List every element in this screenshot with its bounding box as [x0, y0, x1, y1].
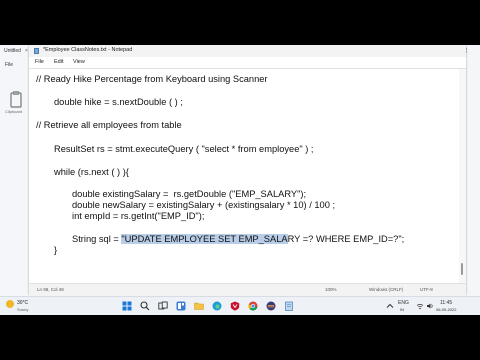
code-line: // Retrieve all employees from table	[36, 120, 182, 130]
code-line: }	[54, 245, 58, 255]
region-indicator[interactable]: IN	[400, 307, 404, 312]
background-menu-file[interactable]: File	[5, 62, 13, 68]
notepad-taskbar-icon[interactable]	[284, 301, 294, 311]
code-line: // Ready Hike Percentage from Keyboard u…	[36, 74, 268, 84]
status-bar: Ln 98, Col 48 100% Windows (CRLF) UTF-8	[29, 283, 466, 296]
code-line: double hike = s.nextDouble ( ) ;	[54, 97, 183, 107]
vertical-scrollbar[interactable]	[459, 69, 466, 283]
notepad-title-bar[interactable]: *Employee ClassNotes.txt - Notepad	[29, 45, 466, 57]
chrome-icon[interactable]	[248, 301, 258, 311]
background-side-label: Clipboard	[5, 109, 23, 114]
volume-icon[interactable]	[426, 302, 434, 310]
scrollbar-thumb[interactable]	[461, 263, 463, 275]
cursor-position: Ln 98, Col 48	[37, 287, 64, 292]
task-view-icon[interactable]	[158, 301, 168, 311]
menu-file[interactable]: File	[35, 59, 44, 65]
zoom-level: 100%	[325, 287, 337, 292]
widgets-icon[interactable]	[176, 301, 186, 311]
notepad-title: *Employee ClassNotes.txt - Notepad	[43, 47, 133, 53]
weather-description[interactable]: Sunny	[17, 307, 28, 312]
text-selection[interactable]: "UPDATE EMPLOYEE SET EMP_SALA	[121, 234, 288, 244]
notepad-window: *Employee ClassNotes.txt - Notepad File …	[29, 45, 466, 296]
menu-view[interactable]: View	[73, 59, 85, 65]
clock-date[interactable]: 06-09-2022	[436, 307, 456, 312]
sql-prefix: String sql =	[72, 234, 122, 244]
line-ending: Windows (CRLF)	[369, 287, 404, 292]
clock-time[interactable]: 11:45	[440, 300, 452, 306]
wifi-icon[interactable]	[416, 302, 424, 310]
sql-suffix: RY =? WHERE EMP_ID=?";	[287, 234, 405, 244]
taskbar: 30°C Sunny ENG IN 11:45 06-09-2022	[0, 296, 480, 315]
code-line: double existingSalary = rs.getDouble ("E…	[72, 189, 307, 199]
chevron-up-icon[interactable]	[386, 302, 394, 310]
clipboard-icon[interactable]	[6, 91, 26, 109]
notepad-menu-bar: File Edit View	[29, 57, 466, 69]
code-line-sql: String sql = "UPDATE EMPLOYEE SET EMP_SA…	[72, 234, 404, 245]
edge-browser-icon[interactable]	[212, 301, 222, 311]
code-line: double newSalary = existingSalary + (exi…	[72, 200, 336, 210]
weather-temperature[interactable]: 30°C	[17, 300, 28, 306]
windows-start-icon[interactable]	[122, 301, 132, 311]
encoding: UTF-8	[420, 287, 433, 292]
text-editor[interactable]: // Ready Hike Percentage from Keyboard u…	[29, 69, 459, 283]
file-explorer-icon[interactable]	[194, 301, 204, 311]
background-tab-title[interactable]: Untitled	[4, 48, 21, 54]
mcafee-icon[interactable]	[230, 301, 240, 311]
desktop-screen: Untitled × File Clipboard — ☐ ✕ *Employe…	[0, 45, 480, 315]
code-line: ResultSet rs = stmt.executeQuery ( "sele…	[54, 144, 314, 154]
notepad-icon	[34, 48, 39, 54]
code-line: int empId = rs.getInt("EMP_ID");	[72, 211, 205, 221]
eclipse-icon[interactable]	[266, 301, 276, 311]
code-line: while (rs.next ( ) ){	[54, 167, 129, 177]
menu-edit[interactable]: Edit	[54, 59, 63, 65]
search-icon[interactable]	[140, 301, 150, 311]
background-tab-close[interactable]: ×	[25, 48, 28, 54]
language-indicator[interactable]: ENG	[398, 300, 409, 306]
weather-sun-icon[interactable]	[6, 300, 14, 308]
